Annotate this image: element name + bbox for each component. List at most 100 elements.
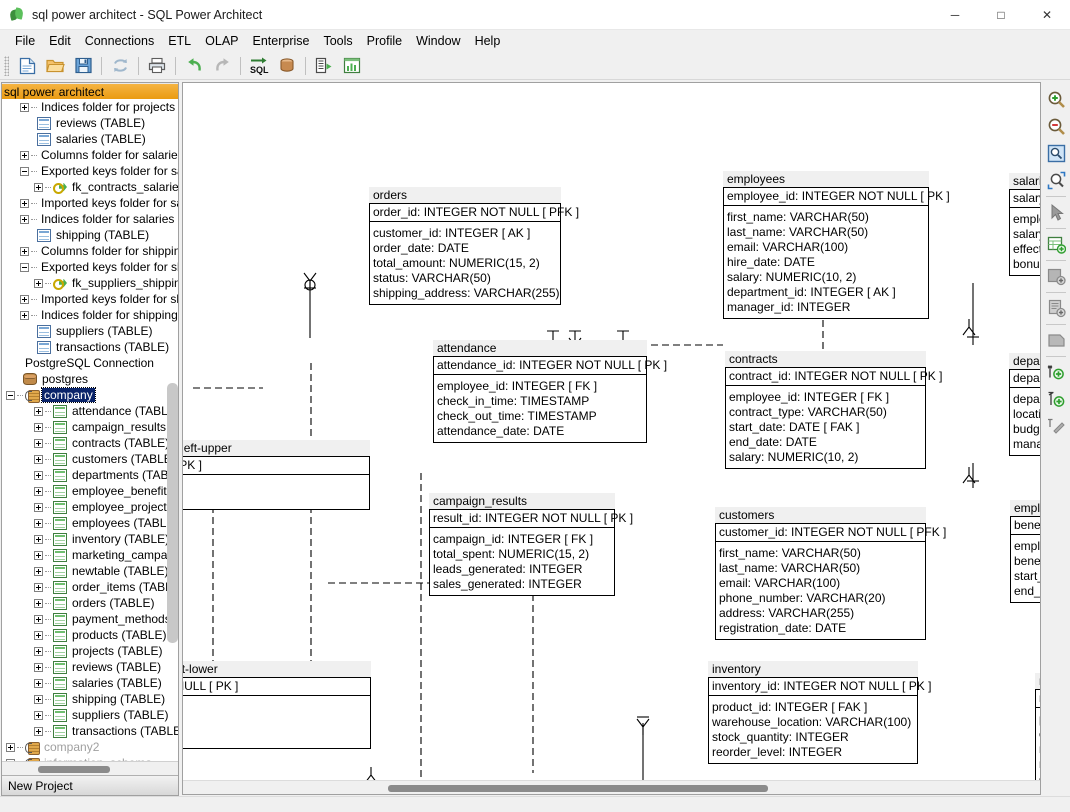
expand-icon[interactable] xyxy=(34,598,43,608)
report-icon[interactable] xyxy=(339,54,365,78)
expand-icon[interactable] xyxy=(34,726,43,736)
tree-node-fk-suppliers-shipping[interactable]: fk_suppliers_shipping xyxy=(2,275,178,291)
tree-node-exported-keys-folder-for-sala[interactable]: Exported keys folder for sala xyxy=(2,163,178,179)
er-column[interactable]: bonus: NUMERIC(10, 2) xyxy=(1013,257,1040,272)
er-column[interactable]: rating: INTEGER xyxy=(1039,742,1040,757)
tree-root-node[interactable]: sql power architect xyxy=(2,83,178,99)
er-column[interactable]: campaign_id: INTEGER [ FK ] xyxy=(433,532,611,547)
expand-icon[interactable] xyxy=(34,614,43,624)
expand-icon[interactable] xyxy=(34,438,43,448)
tree-node-columns-folder-for-shipping[interactable]: Columns folder for shipping xyxy=(2,243,178,259)
er-column[interactable]: 0) xyxy=(183,715,367,730)
er-column[interactable]: employee_id: INTEGER [ FK ] xyxy=(1014,539,1040,554)
delete-selected-icon[interactable] xyxy=(1043,327,1069,353)
tree-node-customers-table[interactable]: customers (TABLE) xyxy=(2,451,178,467)
er-column[interactable]: effective_date: DATE [ AK ] xyxy=(1013,242,1040,257)
tree-node-imported-keys-folder-for-ship[interactable]: Imported keys folder for ship xyxy=(2,291,178,307)
er-column[interactable]: first_name: VARCHAR(50) xyxy=(727,210,925,225)
er-table-campaign_results[interactable]: campaign_results result_id: INTEGER NOT N… xyxy=(429,493,633,596)
forward-engineer-sql-icon[interactable]: SQL xyxy=(246,54,272,78)
er-column[interactable]: location: VARCHAR(100) xyxy=(1013,407,1040,422)
new-column-icon[interactable] xyxy=(1043,263,1069,289)
expand-icon[interactable] xyxy=(6,742,15,752)
expand-icon[interactable] xyxy=(34,422,43,432)
er-table-employee_benefits[interactable]: employee_benefitsbenefit_id: INTEGER NOT… xyxy=(1010,500,1040,603)
er-column[interactable]: budget: NUMERIC(15, 2) xyxy=(1013,422,1040,437)
er-column[interactable]: benefit_type: VARCHAR(50) xyxy=(1014,554,1040,569)
er-column[interactable]: address: VARCHAR(255) xyxy=(719,606,922,621)
new-identifying-relationship-icon[interactable] xyxy=(1043,359,1069,385)
er-column[interactable]: sales_generated: INTEGER xyxy=(433,577,611,592)
expand-icon[interactable] xyxy=(34,694,43,704)
er-table-customers[interactable]: customers customer_id: INTEGER NOT NULL [… xyxy=(715,507,946,640)
er-table-inventory[interactable]: inventory inventory_id: INTEGER NOT NULL … xyxy=(708,661,931,764)
er-column[interactable]: warehouse_location: VARCHAR(100) xyxy=(712,715,914,730)
er-column[interactable]: end_date: DATE xyxy=(729,435,922,450)
tree-node-contracts-table[interactable]: contracts (TABLE) xyxy=(2,435,178,451)
tree-node-transactions-table[interactable]: transactions (TABLE) xyxy=(2,339,178,355)
tree-node-company2[interactable]: company2 xyxy=(2,739,178,755)
er-column-pk[interactable]: customer_id: INTEGER NOT NULL [ PFK ] xyxy=(719,525,946,540)
er-table-salaries[interactable]: salariessalary_id: INTEGER NOT NULL [ PK… xyxy=(1009,173,1040,276)
refresh-icon[interactable] xyxy=(107,54,133,78)
tree-node-order-items-table[interactable]: order_items (TABLE) xyxy=(2,579,178,595)
toolbar-grip[interactable] xyxy=(4,55,9,76)
er-column[interactable]: check_out_time: TIMESTAMP xyxy=(437,409,643,424)
new-index-icon[interactable] xyxy=(1043,295,1069,321)
expand-icon[interactable] xyxy=(34,662,43,672)
tree-node-campaign-results-ta[interactable]: campaign_results (TA xyxy=(2,419,178,435)
minimize-button[interactable]: ─ xyxy=(932,0,978,30)
er-column[interactable]: comments: LONGVARCHAR xyxy=(1039,772,1040,780)
tree-vertical-scrollbar[interactable] xyxy=(167,383,178,643)
er-column[interactable]: (255) xyxy=(183,730,367,745)
tree-node-products-table[interactable]: products (TABLE) xyxy=(2,627,178,643)
er-table-employees[interactable]: employees employee_id: INTEGER NOT NULL [… xyxy=(723,171,950,319)
tree-node-indices-folder-for-projects[interactable]: Indices folder for projects xyxy=(2,99,178,115)
menu-item-tools[interactable]: Tools xyxy=(316,32,359,50)
er-table-attendance[interactable]: attendance attendance_id: INTEGER NOT NUL… xyxy=(433,340,667,443)
er-column-pk[interactable]: review_id: INTEGER NOT NULL [ P xyxy=(1039,691,1040,706)
tree-node-employee-projects[interactable]: employee_projects ( xyxy=(2,499,178,515)
tree-node-projects-table[interactable]: projects (TABLE) xyxy=(2,643,178,659)
er-column-pk[interactable]: attendance_id: INTEGER NOT NULL [ PK ] xyxy=(437,358,667,373)
er-column[interactable]: email: VARCHAR(100) xyxy=(727,240,925,255)
new-project-icon[interactable] xyxy=(14,54,40,78)
er-column-pk[interactable]: inventory_id: INTEGER NOT NULL [ PK ] xyxy=(712,679,931,694)
tree-node-fk-contracts-salaries[interactable]: fk_contracts_salaries xyxy=(2,179,178,195)
tree-node-employee-benefits[interactable]: employee_benefits ( xyxy=(2,483,178,499)
expand-icon[interactable] xyxy=(20,246,29,256)
er-column-pk[interactable]: benefit_id: INTEGER NOT NULL [ PK ] xyxy=(1014,518,1040,533)
er-column[interactable]: registration_date: DATE xyxy=(719,621,922,636)
expand-icon[interactable] xyxy=(34,566,43,576)
er-column[interactable]: department_id: INTEGER [ AK ] xyxy=(727,285,925,300)
er-column[interactable]: customer_id: INTEGER [ AK ] xyxy=(373,226,557,241)
er-column[interactable]: end_date: DATE xyxy=(1014,584,1040,599)
zoom-to-fit-icon[interactable] xyxy=(1043,140,1069,166)
collapse-icon[interactable] xyxy=(20,166,29,176)
expand-icon[interactable] xyxy=(34,582,43,592)
menu-item-help[interactable]: Help xyxy=(468,32,508,50)
zoom-out-icon[interactable] xyxy=(1043,113,1069,139)
tree-node-inventory-table[interactable]: inventory (TABLE) xyxy=(2,531,178,547)
tree-node-suppliers-table[interactable]: suppliers (TABLE) xyxy=(2,323,178,339)
expand-icon[interactable] xyxy=(34,502,43,512)
er-column[interactable]: department_name: VARCHAR(100) xyxy=(1013,392,1040,407)
menu-item-window[interactable]: Window xyxy=(409,32,467,50)
expand-icon[interactable] xyxy=(34,646,43,656)
er-table-orders[interactable]: orders order_id: INTEGER NOT NULL [ PFK ]… xyxy=(369,187,579,305)
tree-node-departments-table[interactable]: departments (TABLE) xyxy=(2,467,178,483)
tree-node-indices-folder-for-shipping[interactable]: Indices folder for shipping xyxy=(2,307,178,323)
er-column[interactable]: total_spent: NUMERIC(15, 2) xyxy=(433,547,611,562)
er-column[interactable]: ] xyxy=(183,700,367,715)
er-column[interactable]: stock_quantity: INTEGER xyxy=(712,730,914,745)
er-column[interactable]: manager_id: INTEGER xyxy=(727,300,925,315)
tree-node-salaries-table[interactable]: salaries (TABLE) xyxy=(2,131,178,147)
tree-node-postgres[interactable]: postgres xyxy=(2,371,178,387)
expand-icon[interactable] xyxy=(34,518,43,528)
zoom-reset-icon[interactable] xyxy=(1043,167,1069,193)
menu-item-file[interactable]: File xyxy=(8,32,42,50)
tree-node-payment-methods-t[interactable]: payment_methods (T xyxy=(2,611,178,627)
expand-icon[interactable] xyxy=(20,214,29,224)
er-column[interactable]: phone_number: VARCHAR(20) xyxy=(719,591,922,606)
menu-item-profile[interactable]: Profile xyxy=(360,32,409,50)
